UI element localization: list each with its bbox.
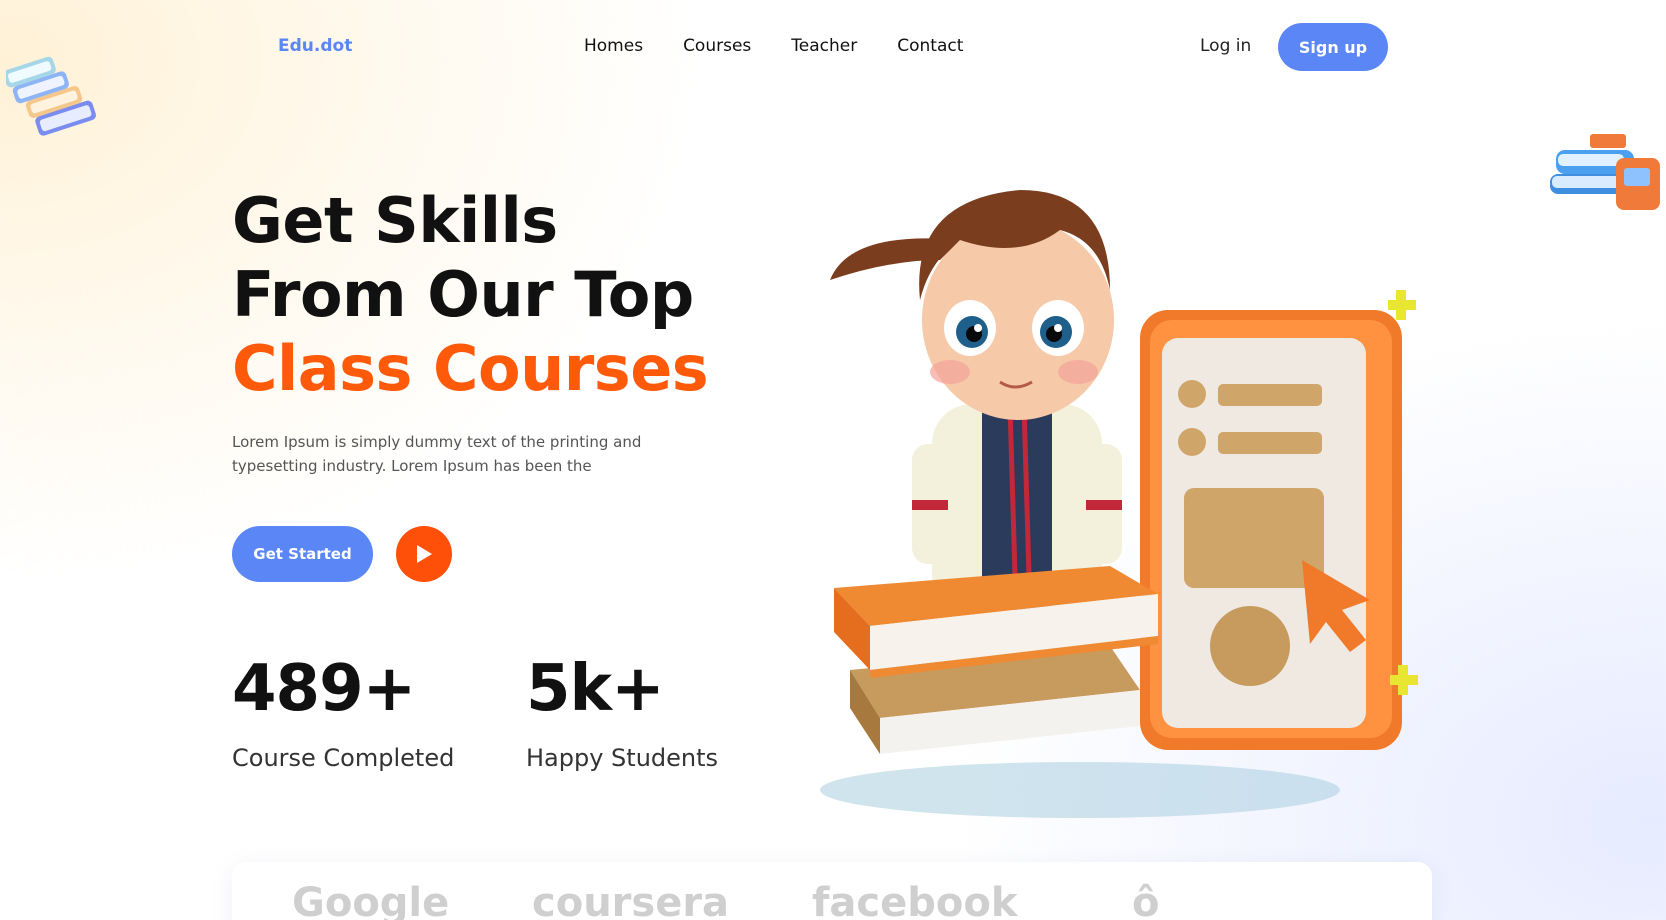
stat-students-label: Happy Students	[526, 744, 719, 772]
hero-heading-line-1: Get Skills	[232, 184, 558, 257]
stat-courses-label: Course Completed	[232, 744, 455, 772]
signup-button[interactable]: Sign up	[1278, 23, 1388, 71]
partner-logo-facebook: facebook	[812, 880, 1018, 920]
books-stack-right-icon	[1550, 134, 1660, 210]
hero-heading-line-3: Class Courses	[232, 332, 709, 405]
partner-logo-other: ô	[1132, 880, 1160, 920]
partner-logo-google: Google	[292, 880, 450, 920]
nav-link-homes[interactable]: Homes	[584, 36, 643, 56]
hero-illustration	[820, 190, 1418, 818]
login-link[interactable]: Log in	[1200, 36, 1251, 56]
nav-link-teacher[interactable]: Teacher	[791, 36, 857, 56]
stat-students-value: 5k+	[526, 652, 665, 726]
brand-logo[interactable]: Edu.dot	[278, 36, 352, 56]
partner-logo-coursera: coursera	[532, 880, 730, 920]
hero-heading: Get Skills From Our Top Class Courses	[232, 184, 709, 406]
play-video-button[interactable]	[396, 526, 452, 582]
main-nav: Homes Courses Teacher Contact	[584, 36, 963, 56]
illustration-shadow	[820, 762, 1340, 818]
stat-courses-value: 489+	[232, 652, 416, 726]
hero-heading-line-2: From Our Top	[232, 258, 694, 331]
books-stack-left-icon	[6, 56, 96, 136]
nav-link-courses[interactable]: Courses	[683, 36, 751, 56]
hero-description: Lorem Ipsum is simply dummy text of the …	[232, 433, 642, 475]
play-icon	[417, 545, 432, 563]
nav-link-contact[interactable]: Contact	[897, 36, 963, 56]
get-started-button[interactable]: Get Started	[232, 526, 373, 582]
partners-card: Google coursera facebook ô	[232, 862, 1432, 920]
